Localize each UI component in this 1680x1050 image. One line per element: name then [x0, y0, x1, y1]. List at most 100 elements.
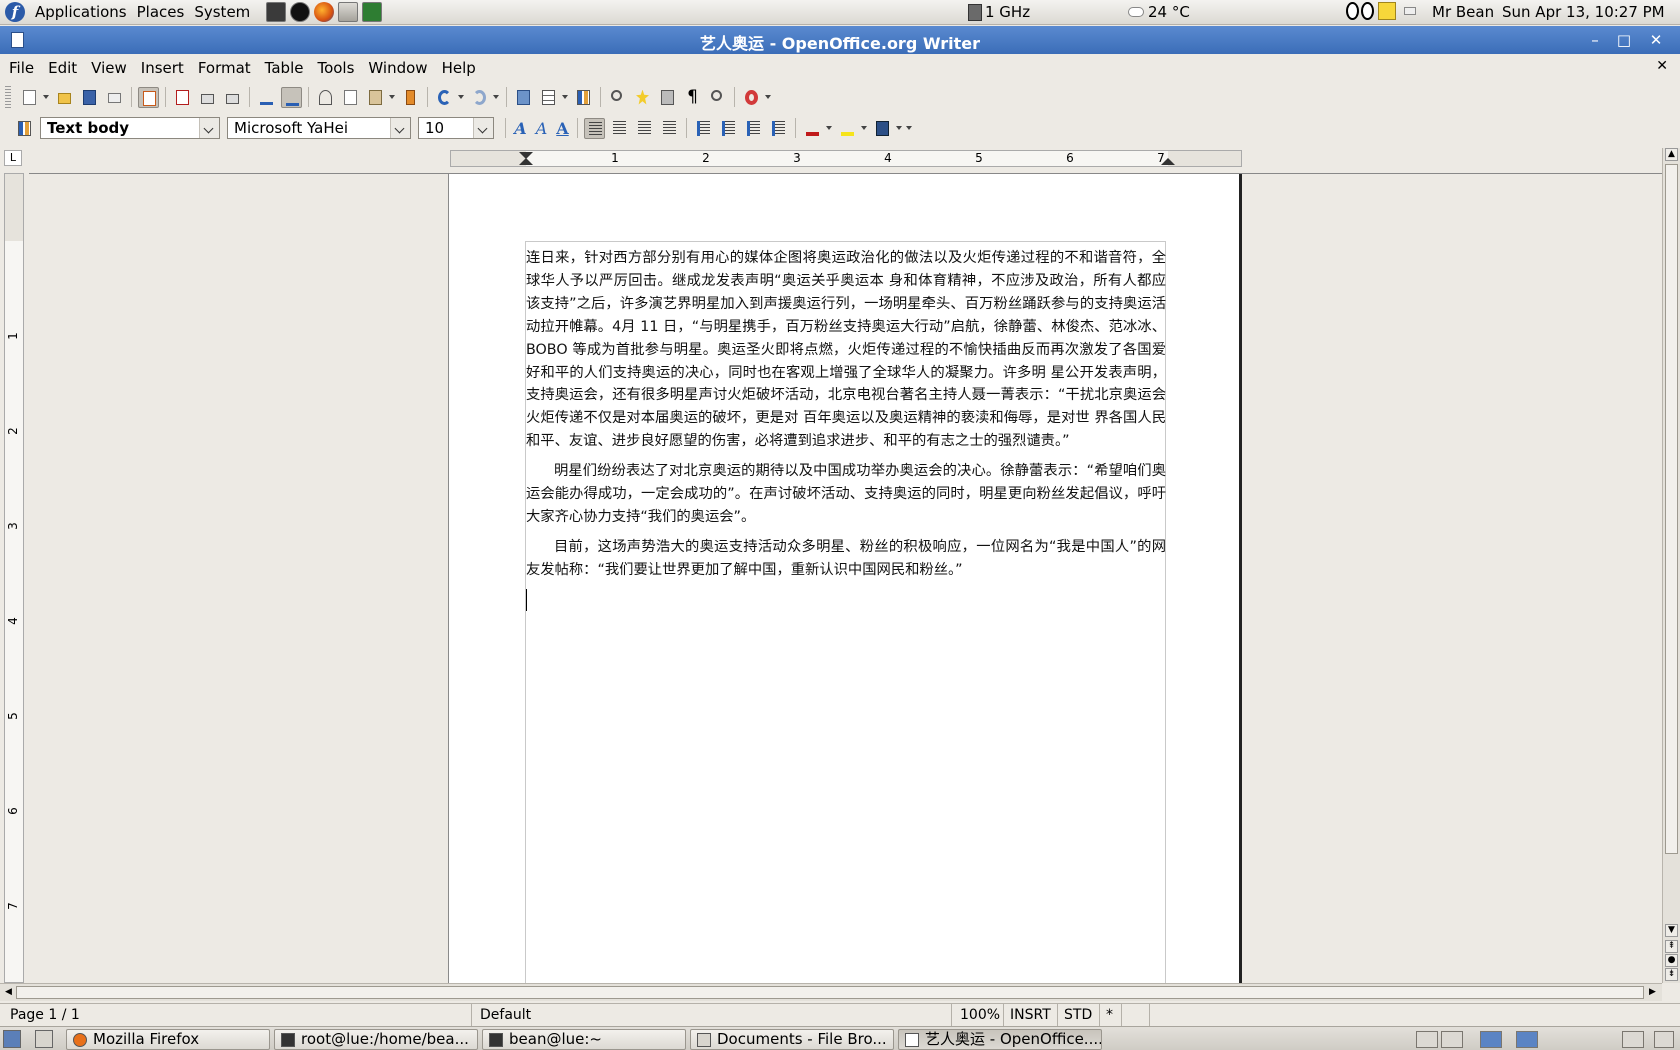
previous-page-icon[interactable]: ⇞: [1665, 940, 1678, 953]
zoom-status[interactable]: 100%: [954, 1004, 1004, 1026]
background-color-dropdown-arrow[interactable]: [896, 126, 902, 130]
scroll-right-icon[interactable]: ▶: [1646, 986, 1659, 999]
tab-stop-selector[interactable]: L: [4, 150, 22, 166]
menu-file[interactable]: File: [9, 59, 34, 77]
navigation-icon[interactable]: ●: [1665, 954, 1678, 967]
workspace-1[interactable]: [1416, 1031, 1438, 1048]
terminal-icon[interactable]: [266, 2, 287, 22]
zoom-button[interactable]: [707, 87, 728, 108]
hyperlink-button[interactable]: [513, 87, 534, 108]
redo-button[interactable]: [469, 87, 490, 108]
font-color-dropdown-arrow[interactable]: [826, 126, 832, 130]
notification-icon[interactable]: [1654, 1031, 1674, 1048]
new-dropdown-arrow[interactable]: [43, 95, 49, 99]
trash-icon[interactable]: [1622, 1031, 1644, 1048]
close-document-button[interactable]: ✕: [1656, 58, 1668, 74]
window-titlebar[interactable]: 艺人奥运 - OpenOffice.org Writer – □ ✕: [0, 26, 1680, 54]
spellcheck-button[interactable]: [256, 87, 277, 108]
increase-indent-button[interactable]: [768, 118, 789, 139]
system-menu[interactable]: System: [194, 3, 250, 21]
gallery-button[interactable]: [632, 87, 653, 108]
horizontal-scrollbar[interactable]: ◀ ▶: [0, 983, 1662, 1001]
clone-formatting-button[interactable]: [400, 87, 421, 108]
page-number-status[interactable]: Page 1 / 1: [4, 1004, 472, 1026]
task-bean-terminal[interactable]: bean@lue:~: [482, 1029, 686, 1050]
paragraph[interactable]: 明星们纷纷表达了对北京奥运的期待以及中国成功举办奥运会的决心。徐静蕾表示：“希望…: [526, 460, 1166, 529]
task-firefox[interactable]: Mozilla Firefox: [66, 1029, 270, 1050]
show-draw-functions-button[interactable]: [573, 87, 594, 108]
menu-format[interactable]: Format: [198, 59, 251, 77]
find-replace-button[interactable]: [607, 87, 628, 108]
clock[interactable]: Sun Apr 13, 10:27 PM: [1502, 3, 1665, 21]
edit-file-button[interactable]: [138, 86, 159, 108]
align-center-button[interactable]: [609, 118, 630, 139]
fedora-logo-icon[interactable]: f: [5, 2, 25, 22]
print-button[interactable]: [197, 87, 218, 108]
paragraph[interactable]: 目前，这场声势浩大的奥运支持活动众多明星、粉丝的积极响应，一位网名为“我是中国人…: [526, 536, 1166, 582]
black-circle-icon[interactable]: [290, 2, 311, 22]
next-page-icon[interactable]: ⇟: [1665, 968, 1678, 981]
workspace-3[interactable]: [1480, 1031, 1502, 1048]
menu-table[interactable]: Table: [265, 59, 304, 77]
applications-menu[interactable]: Applications: [35, 3, 127, 21]
toolbar-overflow-arrow[interactable]: [765, 95, 771, 99]
notes-icon[interactable]: [1378, 2, 1396, 20]
document-area[interactable]: 连日来，针对西方部分别有用心的媒体企图将奥运政治化的做法以及火炬传递过程的不和谐…: [29, 173, 1662, 983]
file-manager-icon[interactable]: [338, 2, 359, 22]
undo-button[interactable]: [434, 87, 455, 108]
export-pdf-button[interactable]: [172, 87, 193, 108]
task-file-browser[interactable]: Documents - File Bro...: [690, 1029, 894, 1050]
vertical-scroll-thumb[interactable]: [1665, 164, 1678, 854]
close-window-button[interactable]: ✕: [1646, 30, 1666, 50]
paste-dropdown-arrow[interactable]: [389, 95, 395, 99]
scroll-down-icon[interactable]: ▼: [1665, 924, 1678, 937]
system-monitor-icon[interactable]: [362, 2, 383, 22]
new-document-button[interactable]: [19, 87, 40, 108]
numbering-button[interactable]: [693, 118, 714, 139]
align-right-button[interactable]: [634, 118, 655, 139]
horizontal-ruler[interactable]: 1 2 3 4 5 6 7: [450, 150, 1242, 167]
table-button[interactable]: [538, 87, 559, 108]
vertical-scrollbar[interactable]: ▲ ▼ ⇞ ● ⇟: [1662, 148, 1680, 983]
workspace-2[interactable]: [1441, 1031, 1463, 1048]
menu-insert[interactable]: Insert: [141, 59, 184, 77]
insert-mode-status[interactable]: INSRT: [1004, 1004, 1058, 1026]
navigator-button[interactable]: [657, 87, 678, 108]
toolbar-overflow-arrow[interactable]: [906, 126, 912, 130]
scroll-left-icon[interactable]: ◀: [2, 986, 15, 999]
table-dropdown-arrow[interactable]: [562, 95, 568, 99]
autospellcheck-button[interactable]: [281, 86, 302, 108]
toolbar-handle[interactable]: [5, 86, 11, 108]
email-document-button[interactable]: [104, 87, 125, 108]
copy-button[interactable]: [340, 87, 361, 108]
page-style-status[interactable]: Default: [474, 1004, 952, 1026]
font-name-combo[interactable]: Microsoft YaHei: [227, 117, 411, 139]
maximize-button[interactable]: □: [1614, 30, 1634, 50]
task-root-terminal[interactable]: root@lue:/home/bea...: [274, 1029, 478, 1050]
user-name[interactable]: Mr Bean: [1432, 3, 1494, 21]
italic-icon[interactable]: A: [531, 119, 552, 138]
open-button[interactable]: [54, 87, 75, 108]
save-button[interactable]: [79, 87, 100, 108]
places-menu[interactable]: Places: [137, 3, 185, 21]
firefox-icon[interactable]: [314, 2, 335, 22]
menu-view[interactable]: View: [91, 59, 127, 77]
chevron-down-icon[interactable]: [199, 118, 219, 138]
font-color-button[interactable]: [802, 118, 823, 139]
left-indent-marker[interactable]: [519, 158, 533, 165]
print-preview-button[interactable]: [222, 87, 243, 108]
document-page[interactable]: 连日来，针对西方部分别有用心的媒体企图将奥运政治化的做法以及火炬传递过程的不和谐…: [448, 174, 1242, 983]
underline-icon[interactable]: A: [552, 119, 573, 138]
undo-dropdown-arrow[interactable]: [458, 95, 464, 99]
horizontal-scroll-thumb[interactable]: [16, 986, 1644, 999]
chevron-down-icon[interactable]: [473, 118, 493, 138]
eyes-icon[interactable]: [1346, 2, 1374, 20]
vertical-ruler[interactable]: 1 2 3 4 5 6 7: [4, 173, 24, 983]
weather-applet[interactable]: 24 °C: [1128, 3, 1190, 21]
mail-icon[interactable]: [1404, 7, 1416, 15]
show-desktop-icon[interactable]: [3, 1030, 21, 1048]
styles-formatting-button[interactable]: [14, 118, 35, 139]
paragraph[interactable]: 连日来，针对西方部分别有用心的媒体企图将奥运政治化的做法以及火炬传递过程的不和谐…: [526, 247, 1166, 453]
minimize-button[interactable]: –: [1585, 30, 1605, 50]
menu-window[interactable]: Window: [368, 59, 427, 77]
